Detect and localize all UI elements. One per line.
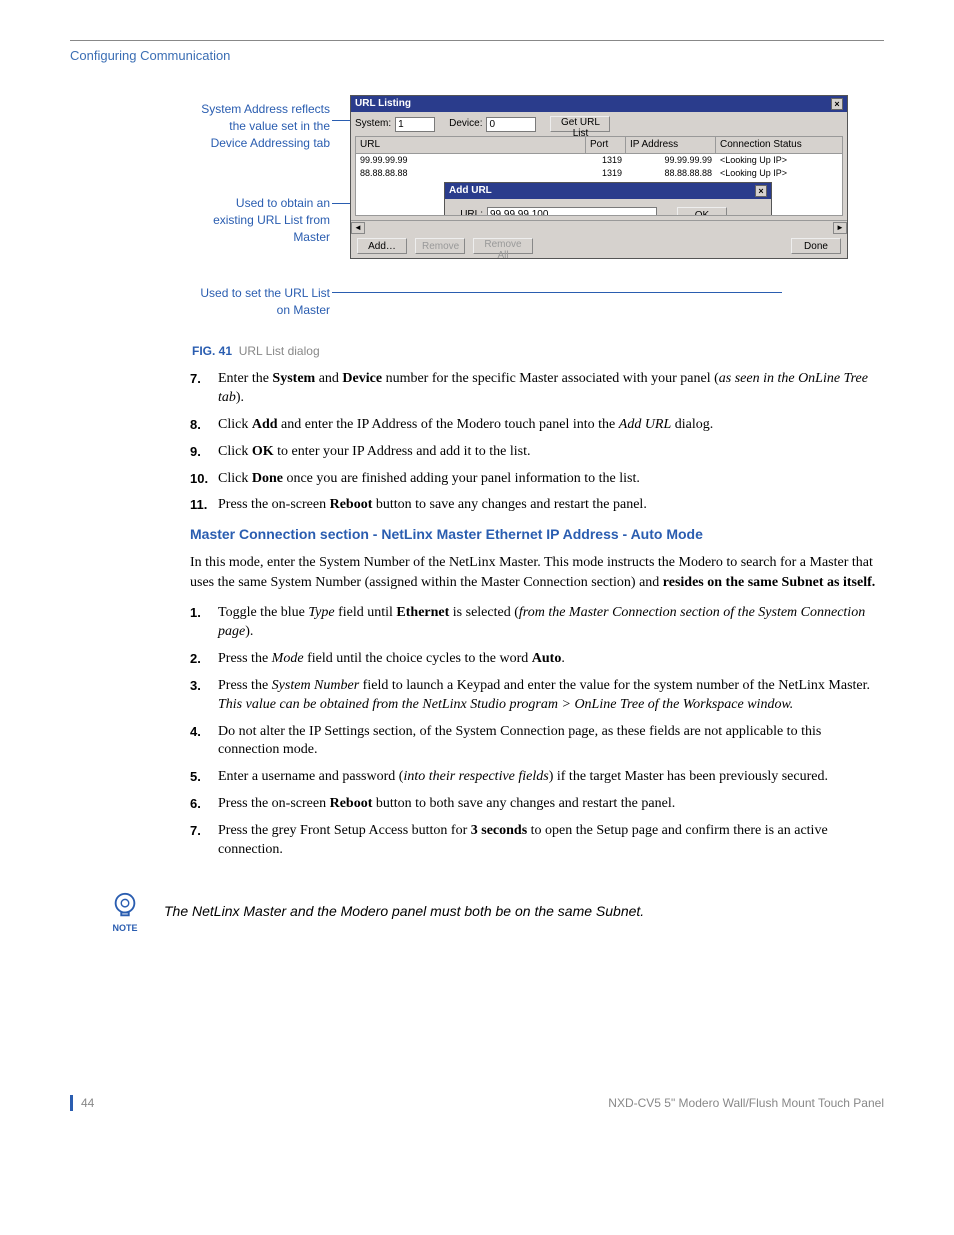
figure-caption: FIG. 41 URL List dialog [192, 343, 884, 360]
step-number: 2. [190, 650, 212, 669]
steps-list-1: 7.Enter the System and Device number for… [70, 370, 884, 515]
close-icon[interactable]: × [831, 98, 843, 110]
step-text: Do not alter the IP Settings section, of… [218, 723, 884, 761]
step-number: 5. [190, 768, 212, 787]
step-text: Press the on-screen Reboot button to bot… [218, 795, 675, 814]
section-header: Configuring Communication [70, 47, 884, 65]
step-text: Click OK to enter your IP Address and ad… [218, 443, 531, 462]
step-number: 6. [190, 795, 212, 814]
subsection-heading: Master Connection section - NetLinx Mast… [190, 525, 884, 545]
step-number: 1. [190, 604, 212, 642]
table-header: URL Port IP Address Connection Status [356, 137, 842, 154]
step-text: Press the grey Front Setup Access button… [218, 822, 884, 860]
url-table: URL Port IP Address Connection Status 99… [355, 136, 843, 216]
step-item: 7.Press the grey Front Setup Access butt… [70, 822, 884, 860]
dialog-control-row: System: Device: Get URL List [351, 112, 847, 136]
step-text: Enter the System and Device number for t… [218, 370, 884, 408]
col-url: URL [356, 137, 586, 153]
step-item: 10. Click Done once you are finished addi… [70, 470, 884, 489]
step-item: 9. Click OK to enter your IP Address and … [70, 443, 884, 462]
url-input[interactable] [487, 207, 657, 216]
fig-text: URL List dialog [239, 344, 320, 358]
step-number: 7. [190, 822, 212, 860]
step-text: Press the on-screen Reboot button to sav… [218, 496, 647, 515]
step-number: 8. [190, 416, 212, 435]
doc-title: NXD-CV5 5" Modero Wall/Flush Mount Touch… [608, 1095, 884, 1112]
step-item: 2. Press the Mode field until the choice … [70, 650, 884, 669]
note-icon: NOTE [110, 890, 140, 935]
figure-area: System Address reflects the value set in… [70, 95, 884, 335]
step-text: Enter a username and password (into thei… [218, 768, 828, 787]
col-conn: Connection Status [716, 137, 842, 153]
step-number: 11. [190, 496, 212, 515]
col-ip: IP Address [626, 137, 716, 153]
device-input[interactable] [486, 117, 536, 132]
fig-label: FIG. 41 [192, 344, 232, 358]
step-text: Click Add and enter the IP Address of th… [218, 416, 713, 435]
step-number: 3. [190, 677, 212, 715]
system-label: System: [355, 117, 391, 131]
col-port: Port [586, 137, 626, 153]
steps-list-2: 1.Toggle the blue Type field until Ether… [70, 604, 884, 860]
system-input[interactable] [395, 117, 435, 132]
step-item: 5. Enter a username and password (into th… [70, 768, 884, 787]
table-row[interactable]: 99.99.99.99 1319 99.99.99.99 <Looking Up… [356, 154, 842, 167]
device-label: Device: [449, 117, 482, 131]
bulb-icon [110, 890, 140, 920]
page-number: 44 [70, 1095, 94, 1112]
table-row[interactable]: 88.88.88.88 1319 88.88.88.88 <Looking Up… [356, 167, 842, 180]
callout-system-address: System Address reflects the value set in… [200, 101, 330, 151]
scroll-left-icon[interactable]: ◄ [351, 222, 365, 234]
step-number: 10. [190, 470, 212, 489]
remove-all-button[interactable]: Remove All [473, 238, 533, 254]
dialog-footer: Add… Remove Remove All Done [351, 234, 847, 258]
note-text: The NetLinx Master and the Modero panel … [164, 902, 644, 922]
step-number: 9. [190, 443, 212, 462]
done-button[interactable]: Done [791, 238, 841, 254]
sub-dialog-titlebar: Add URL × [445, 183, 771, 199]
step-item: 7.Enter the System and Device number for… [70, 370, 884, 408]
step-text: Click Done once you are finished adding … [218, 470, 640, 489]
callout-get-url: Used to obtain an existing URL List from… [200, 195, 330, 245]
dialog-titlebar: URL Listing × [351, 96, 847, 112]
sub-dialog-title: Add URL [449, 184, 492, 198]
step-item: 3.Press the System Number field to launc… [70, 677, 884, 715]
step-item: 11. Press the on-screen Reboot button to … [70, 496, 884, 515]
step-item: 6. Press the on-screen Reboot button to b… [70, 795, 884, 814]
note-label: NOTE [112, 922, 137, 935]
dialog-title-text: URL Listing [355, 97, 411, 111]
table-rows: 99.99.99.99 1319 99.99.99.99 <Looking Up… [356, 154, 842, 179]
add-url-dialog: Add URL × URL: Port: [444, 182, 772, 216]
step-text: Press the Mode field until the choice cy… [218, 650, 565, 669]
callout-done: Used to set the URL List on Master [200, 285, 330, 319]
remove-button[interactable]: Remove [415, 238, 465, 254]
url-label: URL: [455, 208, 483, 217]
scroll-right-icon[interactable]: ► [833, 222, 847, 234]
note-block: NOTE The NetLinx Master and the Modero p… [110, 890, 884, 935]
step-number: 4. [190, 723, 212, 761]
url-listing-dialog: URL Listing × System: Device: Get URL Li… [350, 95, 848, 259]
add-button[interactable]: Add… [357, 238, 407, 254]
step-text: Toggle the blue Type field until Etherne… [218, 604, 884, 642]
top-rule [70, 40, 884, 41]
page-footer: 44 NXD-CV5 5" Modero Wall/Flush Mount To… [70, 1095, 884, 1112]
step-item: 8. Click Add and enter the IP Address of … [70, 416, 884, 435]
step-text: Press the System Number field to launch … [218, 677, 884, 715]
step-item: 4.Do not alter the IP Settings section, … [70, 723, 884, 761]
scrollbar[interactable]: ◄ ► [351, 220, 847, 234]
step-number: 7. [190, 370, 212, 408]
ok-button[interactable]: OK [677, 207, 727, 216]
close-icon[interactable]: × [755, 185, 767, 197]
intro-paragraph: In this mode, enter the System Number of… [190, 553, 884, 592]
step-item: 1.Toggle the blue Type field until Ether… [70, 604, 884, 642]
get-url-list-button[interactable]: Get URL List [550, 116, 610, 132]
